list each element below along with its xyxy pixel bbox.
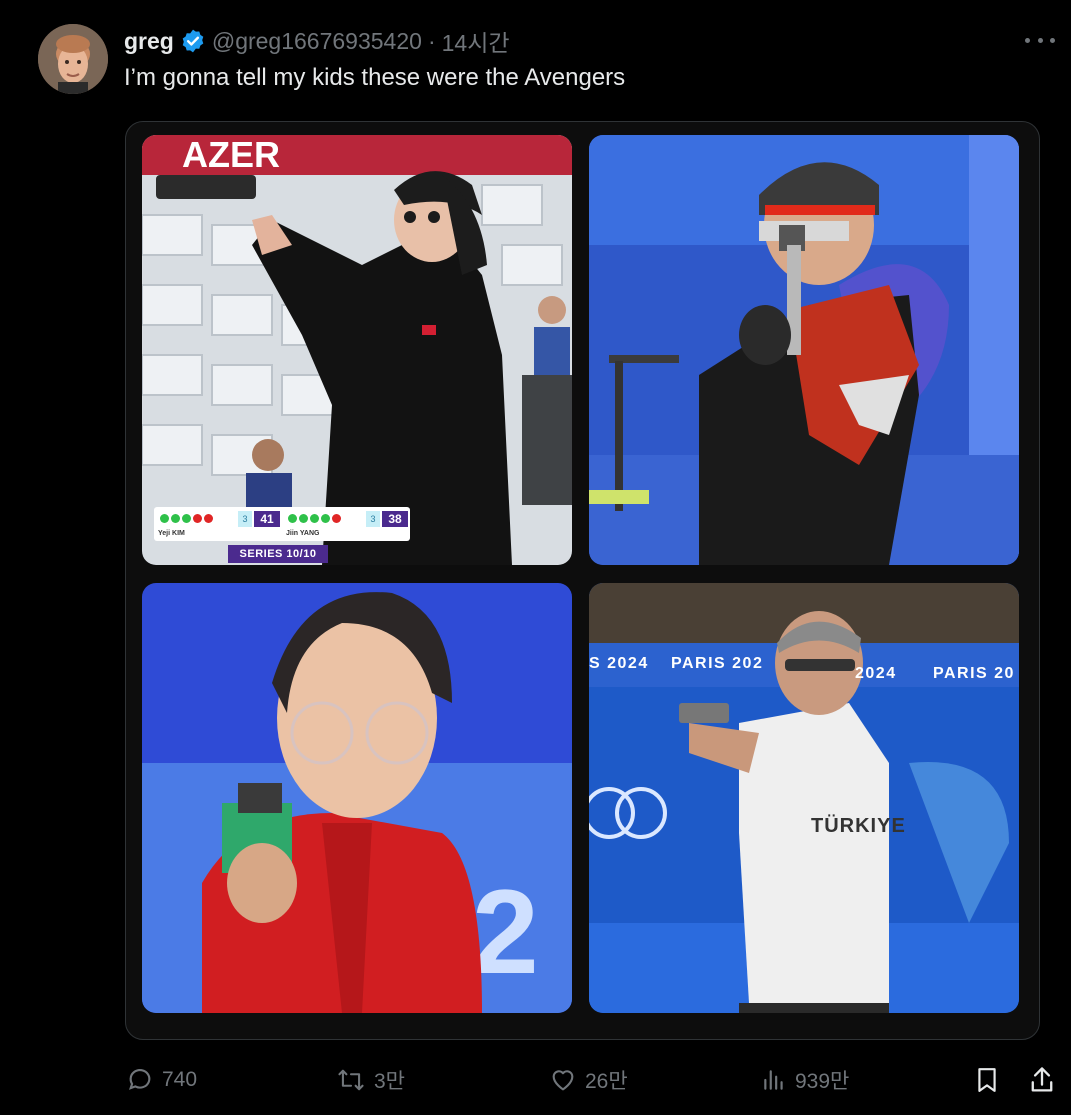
like-button[interactable]: 26만 bbox=[549, 1062, 628, 1098]
retweet-button[interactable]: 3만 bbox=[336, 1062, 405, 1098]
more-dots-icon[interactable] bbox=[1025, 30, 1055, 50]
lane-right: 3 bbox=[366, 511, 380, 527]
athlete-right: Jiin YANG bbox=[286, 530, 320, 537]
timestamp[interactable]: 14시간 bbox=[442, 24, 510, 58]
shot-dots-left bbox=[160, 514, 213, 523]
action-bar: 740 3만 26만 939만 bbox=[124, 1062, 1064, 1098]
like-count: 26만 bbox=[585, 1070, 628, 1093]
banner-text-1: S 2024 bbox=[589, 655, 649, 672]
share-icon bbox=[1028, 1065, 1056, 1095]
banner-text-3: 2024 bbox=[855, 665, 897, 682]
reply-count: 740 bbox=[162, 1068, 198, 1091]
scoreboard: 3 41 3 38 Yeji KIM Jiin YANG bbox=[154, 507, 410, 541]
score-left: 41 bbox=[254, 511, 280, 527]
avatar[interactable] bbox=[38, 24, 108, 94]
separator-dot: · bbox=[427, 27, 436, 54]
shirt-text: TÜRKIYE bbox=[811, 815, 906, 837]
series-label: SERIES 10/10 bbox=[228, 545, 328, 563]
banner-text-2: PARIS 202 bbox=[671, 655, 764, 672]
bookmark-button[interactable] bbox=[974, 1062, 1000, 1098]
banner-text-4: PARIS 20 bbox=[933, 665, 1015, 682]
verified-badge-icon bbox=[180, 28, 206, 54]
lane-left: 3 bbox=[238, 511, 252, 527]
author-handle[interactable]: @greg16676935420 bbox=[212, 28, 422, 55]
media-grid: AZER 3 41 3 38 Yeji KIM Jiin YANG SERIES… bbox=[125, 121, 1040, 1040]
tweet-text: I’m gonna tell my kids these were the Av… bbox=[124, 64, 626, 91]
heart-icon bbox=[549, 1066, 577, 1094]
views-button[interactable]: 939만 bbox=[761, 1062, 849, 1098]
photo-4[interactable]: S 2024 PARIS 202 2024 PARIS 20 TÜRKIYE bbox=[589, 583, 1019, 1013]
tweet-header: greg @greg16676935420 · 14시간 bbox=[124, 24, 510, 58]
views-icon bbox=[761, 1066, 787, 1094]
athlete-left: Yeji KIM bbox=[158, 530, 185, 537]
retweet-count: 3만 bbox=[374, 1070, 405, 1093]
author-name[interactable]: greg bbox=[124, 28, 174, 55]
score-right: 38 bbox=[382, 511, 408, 527]
share-button[interactable] bbox=[1028, 1062, 1056, 1098]
svg-text:2: 2 bbox=[472, 865, 539, 999]
reply-button[interactable]: 740 bbox=[126, 1062, 197, 1098]
photo-3[interactable]: 2 bbox=[142, 583, 572, 1013]
photo-2[interactable] bbox=[589, 135, 1019, 565]
shot-dots-right bbox=[288, 514, 341, 523]
banner-text: AZER bbox=[182, 135, 280, 175]
bookmark-icon bbox=[974, 1065, 1000, 1095]
photo-1[interactable]: AZER 3 41 3 38 Yeji KIM Jiin YANG SERIES… bbox=[142, 135, 572, 565]
retweet-icon bbox=[336, 1066, 366, 1094]
tweet: greg @greg16676935420 · 14시간 I’m gonna t… bbox=[0, 0, 1071, 1115]
reply-icon bbox=[126, 1066, 154, 1094]
views-count: 939만 bbox=[795, 1070, 850, 1093]
